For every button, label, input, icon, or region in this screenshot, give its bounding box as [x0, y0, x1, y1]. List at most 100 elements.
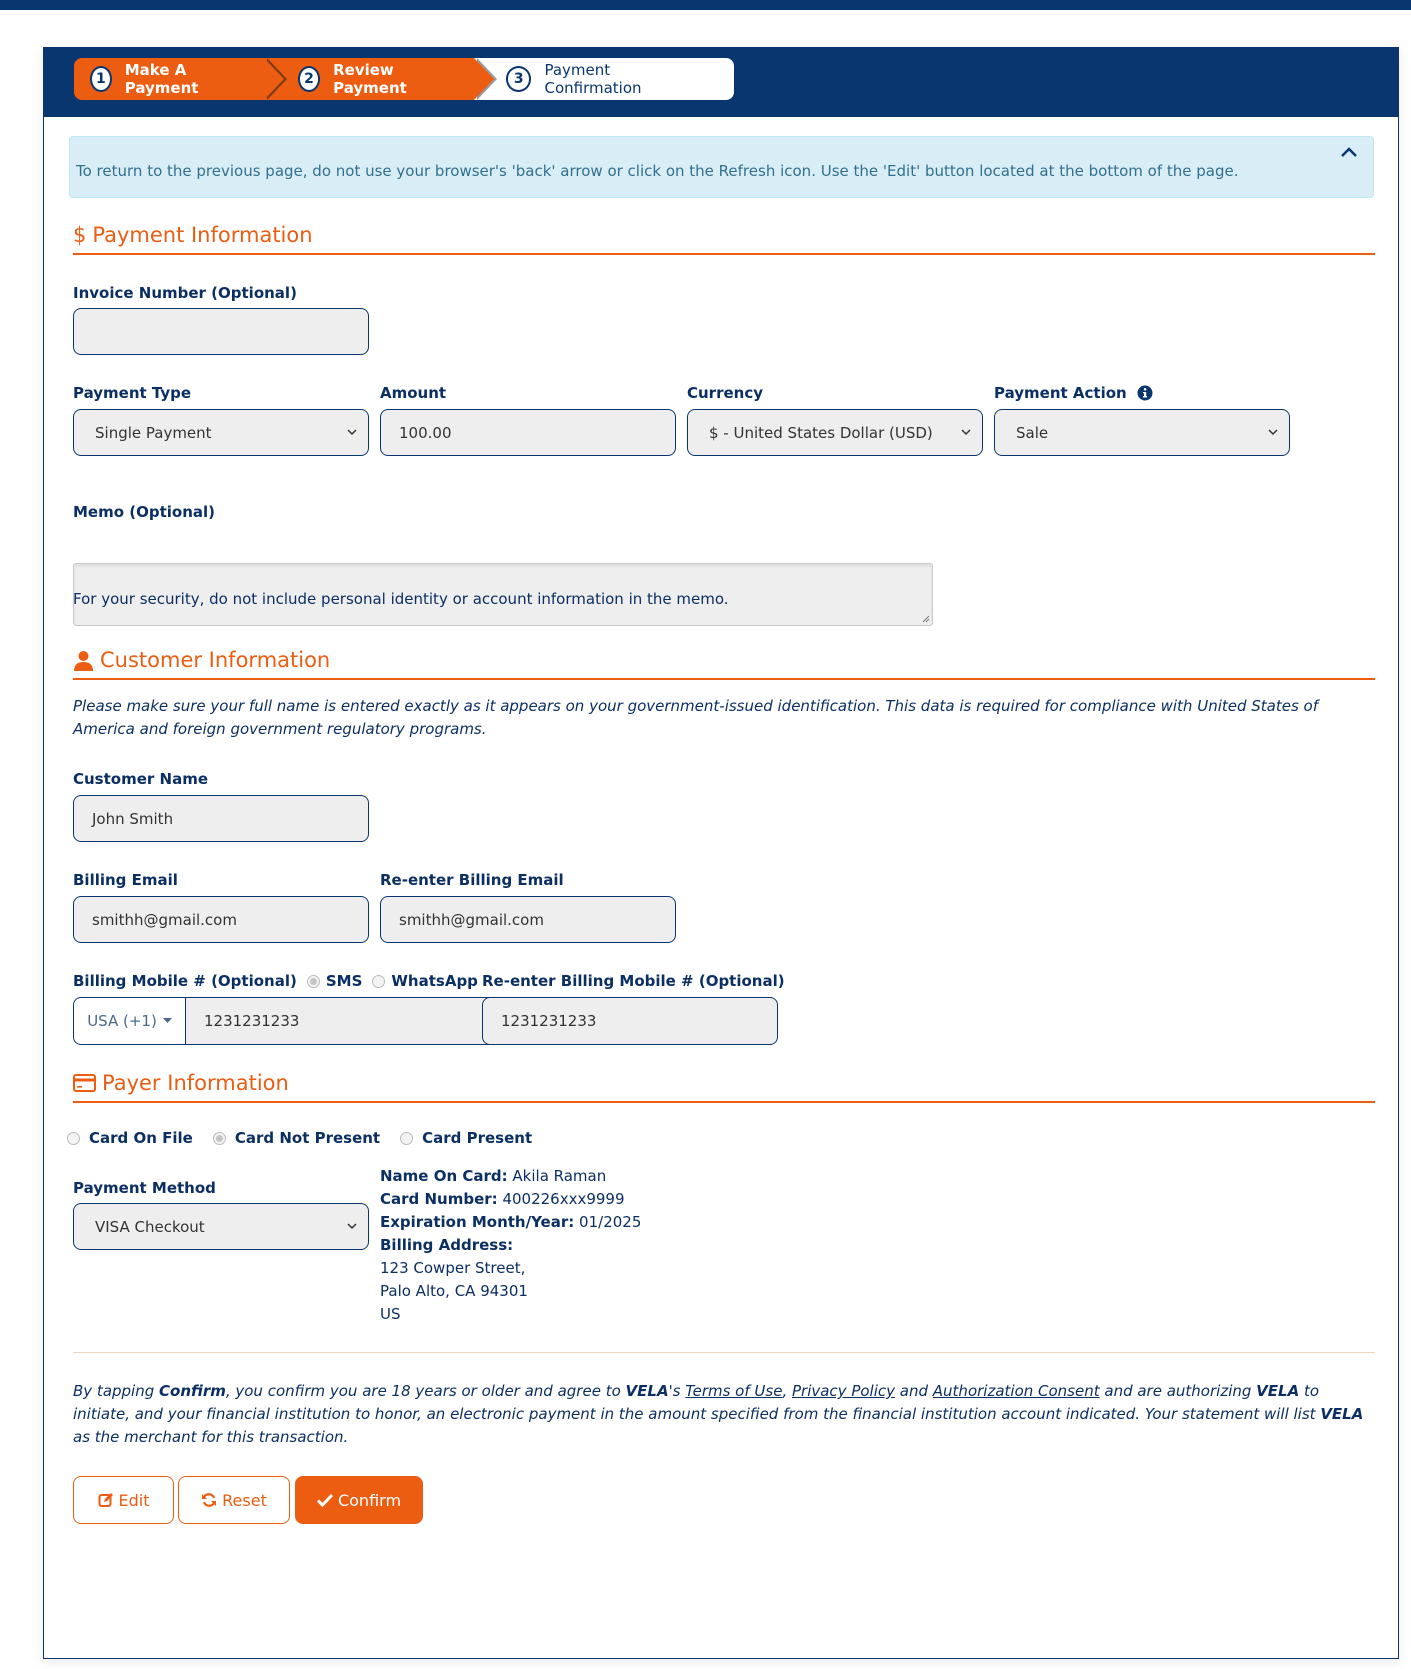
payment-review-panel: 1 Make A Payment 2 Review Payment 3 Paym…	[43, 47, 1399, 1659]
reset-label: Reset	[222, 1490, 267, 1510]
edit-icon	[98, 1493, 113, 1507]
confirm-button[interactable]: Confirm	[295, 1476, 423, 1524]
chevron-down-icon	[961, 429, 971, 436]
address-line-3: US	[380, 1305, 401, 1323]
step-review-payment[interactable]: 2 Review Payment	[264, 58, 497, 100]
memo-label: Memo (Optional)	[73, 503, 216, 521]
section-divider	[73, 253, 1375, 255]
whatsapp-radio[interactable]	[372, 974, 386, 988]
edit-label: Edit	[118, 1490, 150, 1510]
invoice-label: Invoice Number (Optional)	[73, 284, 297, 302]
billing-email-input[interactable]: smithh@gmail.com	[73, 896, 369, 943]
user-icon	[74, 650, 93, 671]
payment-action-value: Sale	[1016, 423, 1049, 442]
info-circle-icon[interactable]	[1137, 385, 1153, 401]
payment-action-select[interactable]: Sale	[994, 409, 1290, 456]
payment-method-value: VISA Checkout	[95, 1217, 205, 1236]
alert-text: To return to the previous page, do not u…	[76, 162, 1239, 180]
billing-mobile-group: USA (+1) 1231231233	[73, 997, 494, 1045]
chevron-down-icon	[347, 429, 357, 436]
chevron-down-icon	[347, 1223, 357, 1230]
billing-mobile-input[interactable]: 1231231233	[185, 997, 494, 1045]
customer-name-input[interactable]: John Smith	[73, 795, 369, 842]
resize-grip-icon[interactable]	[920, 613, 930, 623]
authorization-consent-link[interactable]: Authorization Consent	[933, 1382, 1100, 1400]
step-number: 2	[298, 66, 321, 92]
card-on-file-label: Card On File	[89, 1129, 193, 1147]
currency-select[interactable]: $ - United States Dollar (USD)	[687, 409, 983, 456]
consent-part: By tapping	[73, 1382, 160, 1400]
consent-merchant-name: VELA	[1256, 1382, 1300, 1400]
name-on-card-value: Akila Raman	[512, 1167, 607, 1185]
customer-name-notice: Please make sure your full name is enter…	[73, 697, 1319, 738]
address-line-1: 123 Cowper Street,	[380, 1259, 526, 1277]
info-alert: To return to the previous page, do not u…	[69, 136, 1374, 198]
payment-action-label-text: Payment Action	[994, 384, 1127, 402]
card-on-file-radio[interactable]	[67, 1131, 80, 1145]
card-not-present-label: Card Not Present	[234, 1129, 381, 1147]
sms-radio[interactable]	[306, 974, 320, 988]
customer-information-heading: Customer Information	[73, 648, 330, 672]
consent-merchant-name: VELA	[625, 1382, 669, 1400]
chevron-up-icon[interactable]	[1339, 143, 1359, 161]
panel-header: 1 Make A Payment 2 Review Payment 3 Paym…	[44, 48, 1398, 117]
payment-type-label: Payment Type	[73, 384, 192, 402]
step-label: Make A Payment	[124, 61, 199, 97]
consent-merchant-name: VELA	[1320, 1405, 1364, 1423]
step-make-a-payment[interactable]: 1 Make A Payment	[74, 58, 287, 100]
consent-part: ,	[782, 1382, 792, 1400]
amount-input[interactable]: 100.00	[380, 409, 676, 456]
name-on-card-row: Name On Card: Akila Raman	[380, 1165, 641, 1188]
reenter-mobile-input[interactable]: 1231231233	[482, 997, 778, 1045]
section-title-text: Customer Information	[100, 648, 331, 672]
dollar-icon: $	[73, 223, 87, 247]
credit-card-icon	[73, 1074, 96, 1092]
payment-action-label: Payment Action	[994, 384, 1153, 402]
payment-method-select[interactable]: VISA Checkout	[73, 1203, 369, 1250]
consent-part: and are authorizing	[1099, 1382, 1257, 1400]
chevron-down-icon	[1268, 429, 1278, 436]
consent-confirm-word: Confirm	[159, 1382, 226, 1400]
memo-help-text: For your security, do not include person…	[73, 590, 729, 608]
billing-mobile-label-row: Billing Mobile # (Optional) SMS WhatsApp	[73, 972, 478, 990]
check-icon	[316, 1493, 333, 1507]
card-not-present-radio[interactable]	[212, 1131, 226, 1145]
consent-part: 's	[668, 1382, 686, 1400]
terms-of-use-link[interactable]: Terms of Use	[685, 1382, 782, 1400]
country-code-dropdown[interactable]: USA (+1)	[73, 997, 185, 1045]
payment-type-select[interactable]: Single Payment	[73, 409, 369, 456]
progress-stepper: 1 Make A Payment 2 Review Payment 3 Paym…	[74, 58, 734, 100]
step-payment-confirmation[interactable]: 3 Payment Confirmation	[474, 58, 734, 100]
section-divider	[73, 678, 1375, 680]
country-code-value: USA (+1)	[87, 1012, 157, 1030]
payment-type-value: Single Payment	[95, 423, 212, 442]
billing-email-label: Billing Email	[73, 871, 178, 889]
reenter-email-input[interactable]: smithh@gmail.com	[380, 896, 676, 943]
caret-down-icon	[162, 1018, 172, 1023]
privacy-policy-link[interactable]: Privacy Policy	[792, 1382, 895, 1400]
currency-label: Currency	[687, 384, 764, 402]
section-divider	[73, 1101, 1375, 1103]
invoice-number-input[interactable]	[73, 308, 369, 355]
consent-part: and	[895, 1382, 933, 1400]
section-title-text: Payment Information	[92, 223, 313, 247]
step-label: Payment Confirmation	[544, 61, 642, 97]
payment-information-heading: $ Payment Information	[73, 223, 313, 247]
card-present-radio[interactable]	[400, 1131, 414, 1145]
reenter-email-label: Re-enter Billing Email	[380, 871, 564, 889]
currency-value: $ - United States Dollar (USD)	[709, 423, 933, 442]
reset-button[interactable]: Reset	[178, 1476, 290, 1524]
consent-text: By tapping Confirm, you confirm you are …	[73, 1380, 1378, 1449]
sms-label: SMS	[325, 972, 363, 990]
expiration-label: Expiration Month/Year:	[380, 1213, 575, 1231]
card-number-value: 400226xxx9999	[502, 1190, 625, 1208]
reenter-mobile-label: Re-enter Billing Mobile # (Optional)	[482, 972, 785, 990]
whatsapp-label: WhatsApp	[391, 972, 478, 990]
top-bar	[0, 0, 1411, 10]
consent-part: as the merchant for this transaction.	[73, 1428, 349, 1446]
billing-address-row: Billing Address:	[380, 1234, 641, 1257]
section-title-text: Payer Information	[102, 1071, 289, 1095]
edit-button[interactable]: Edit	[73, 1476, 174, 1524]
card-number-label: Card Number:	[380, 1190, 498, 1208]
payment-method-label: Payment Method	[73, 1179, 216, 1197]
